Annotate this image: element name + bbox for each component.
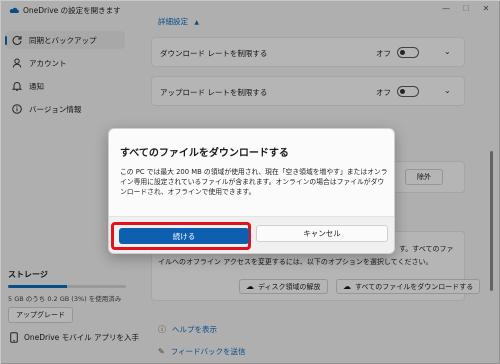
continue-button[interactable]: 続ける	[119, 228, 249, 244]
onedrive-settings-window: OneDrive の設定を開きます — ☐ ✕ 同期とバックアップ アカウント …	[0, 0, 500, 364]
dialog-body-text: この PC では最大 200 MB の領域が使用され、現在「空き領域を増やす」ま…	[120, 168, 388, 196]
download-all-dialog: すべてのファイルをダウンロードする この PC では最大 200 MB の領域が…	[108, 128, 395, 254]
highlight-frame: 続ける	[111, 222, 251, 250]
dialog-title: すべてのファイルをダウンロードする	[120, 148, 289, 159]
dialog-footer: 続ける キャンセル	[109, 216, 394, 253]
cancel-button[interactable]: キャンセル	[256, 225, 388, 242]
